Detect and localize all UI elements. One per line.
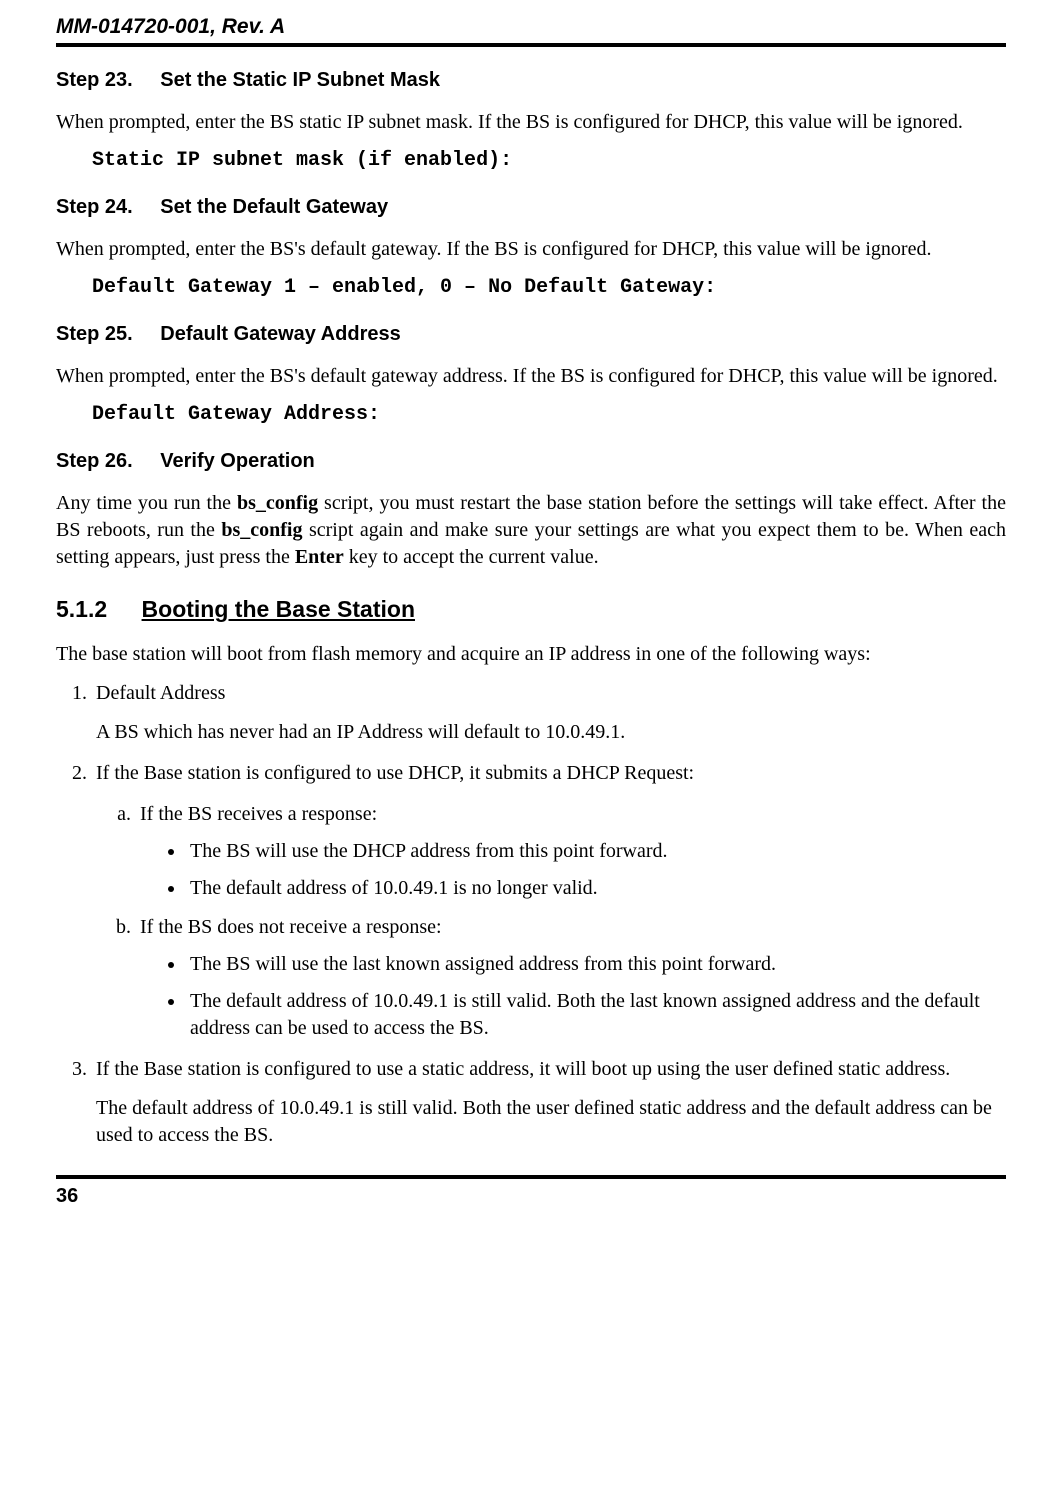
step-title: Verify Operation (160, 448, 315, 474)
step-26-body: Any time you run the bs_config script, y… (56, 490, 1006, 571)
bullet-list: The BS will use the last known assigned … (140, 951, 1006, 1042)
step-title: Set the Default Gateway (160, 194, 388, 220)
section-number: 5.1.2 (56, 595, 107, 625)
section-intro: The base station will boot from flash me… (56, 641, 1006, 668)
list-item: Default Address A BS which has never had… (92, 680, 1006, 746)
step-label: Step 24. (56, 194, 133, 220)
numbered-list: Default Address A BS which has never had… (56, 680, 1006, 1149)
list-item: If the BS does not receive a response: T… (136, 914, 1006, 1042)
page-number: 36 (56, 1185, 1006, 1208)
step-title: Set the Static IP Subnet Mask (160, 67, 440, 93)
step-23-heading: Step 23. Set the Static IP Subnet Mask (56, 67, 1006, 93)
step-label: Step 26. (56, 448, 133, 474)
list-item-title: If the BS receives a response: (140, 803, 377, 825)
step-23-body: When prompted, enter the BS static IP su… (56, 109, 1006, 136)
section-title: Booting the Base Station (142, 595, 415, 625)
step-24-heading: Step 24. Set the Default Gateway (56, 194, 1006, 220)
list-item-title: If the Base station is configured to use… (96, 762, 694, 784)
list-item: The BS will use the last known assigned … (186, 951, 1006, 978)
list-item: The default address of 10.0.49.1 is no l… (186, 875, 1006, 902)
alpha-list: If the BS receives a response: The BS wi… (96, 801, 1006, 1042)
section-heading: 5.1.2 Booting the Base Station (56, 595, 1006, 625)
step-23-code: Static IP subnet mask (if enabled): (92, 148, 1006, 174)
list-item-title: If the Base station is configured to use… (96, 1058, 950, 1080)
footer-rule (56, 1175, 1006, 1179)
list-item: If the BS receives a response: The BS wi… (136, 801, 1006, 902)
step-label: Step 23. (56, 67, 133, 93)
list-item-body: A BS which has never had an IP Address w… (96, 719, 1006, 746)
step-24-code: Default Gateway 1 – enabled, 0 – No Defa… (92, 275, 1006, 301)
list-item: If the Base station is configured to use… (92, 1056, 1006, 1149)
step-25-body: When prompted, enter the BS's default ga… (56, 363, 1006, 390)
bullet-list: The BS will use the DHCP address from th… (140, 838, 1006, 902)
step-title: Default Gateway Address (160, 321, 400, 347)
step-25-heading: Step 25. Default Gateway Address (56, 321, 1006, 347)
page: MM-014720-001, Rev. A Step 23. Set the S… (0, 0, 1056, 1238)
step-24-body: When prompted, enter the BS's default ga… (56, 236, 1006, 263)
list-item: The BS will use the DHCP address from th… (186, 838, 1006, 865)
step-25-code: Default Gateway Address: (92, 402, 1006, 428)
step-label: Step 25. (56, 321, 133, 347)
list-item: The default address of 10.0.49.1 is stil… (186, 988, 1006, 1042)
list-item: If the Base station is configured to use… (92, 760, 1006, 1042)
list-item-title: If the BS does not receive a response: (140, 916, 442, 938)
list-item-body: The default address of 10.0.49.1 is stil… (96, 1095, 1006, 1149)
list-item-title: Default Address (96, 682, 225, 704)
doc-header: MM-014720-001, Rev. A (56, 14, 1006, 41)
step-26-heading: Step 26. Verify Operation (56, 448, 1006, 474)
header-rule (56, 43, 1006, 47)
